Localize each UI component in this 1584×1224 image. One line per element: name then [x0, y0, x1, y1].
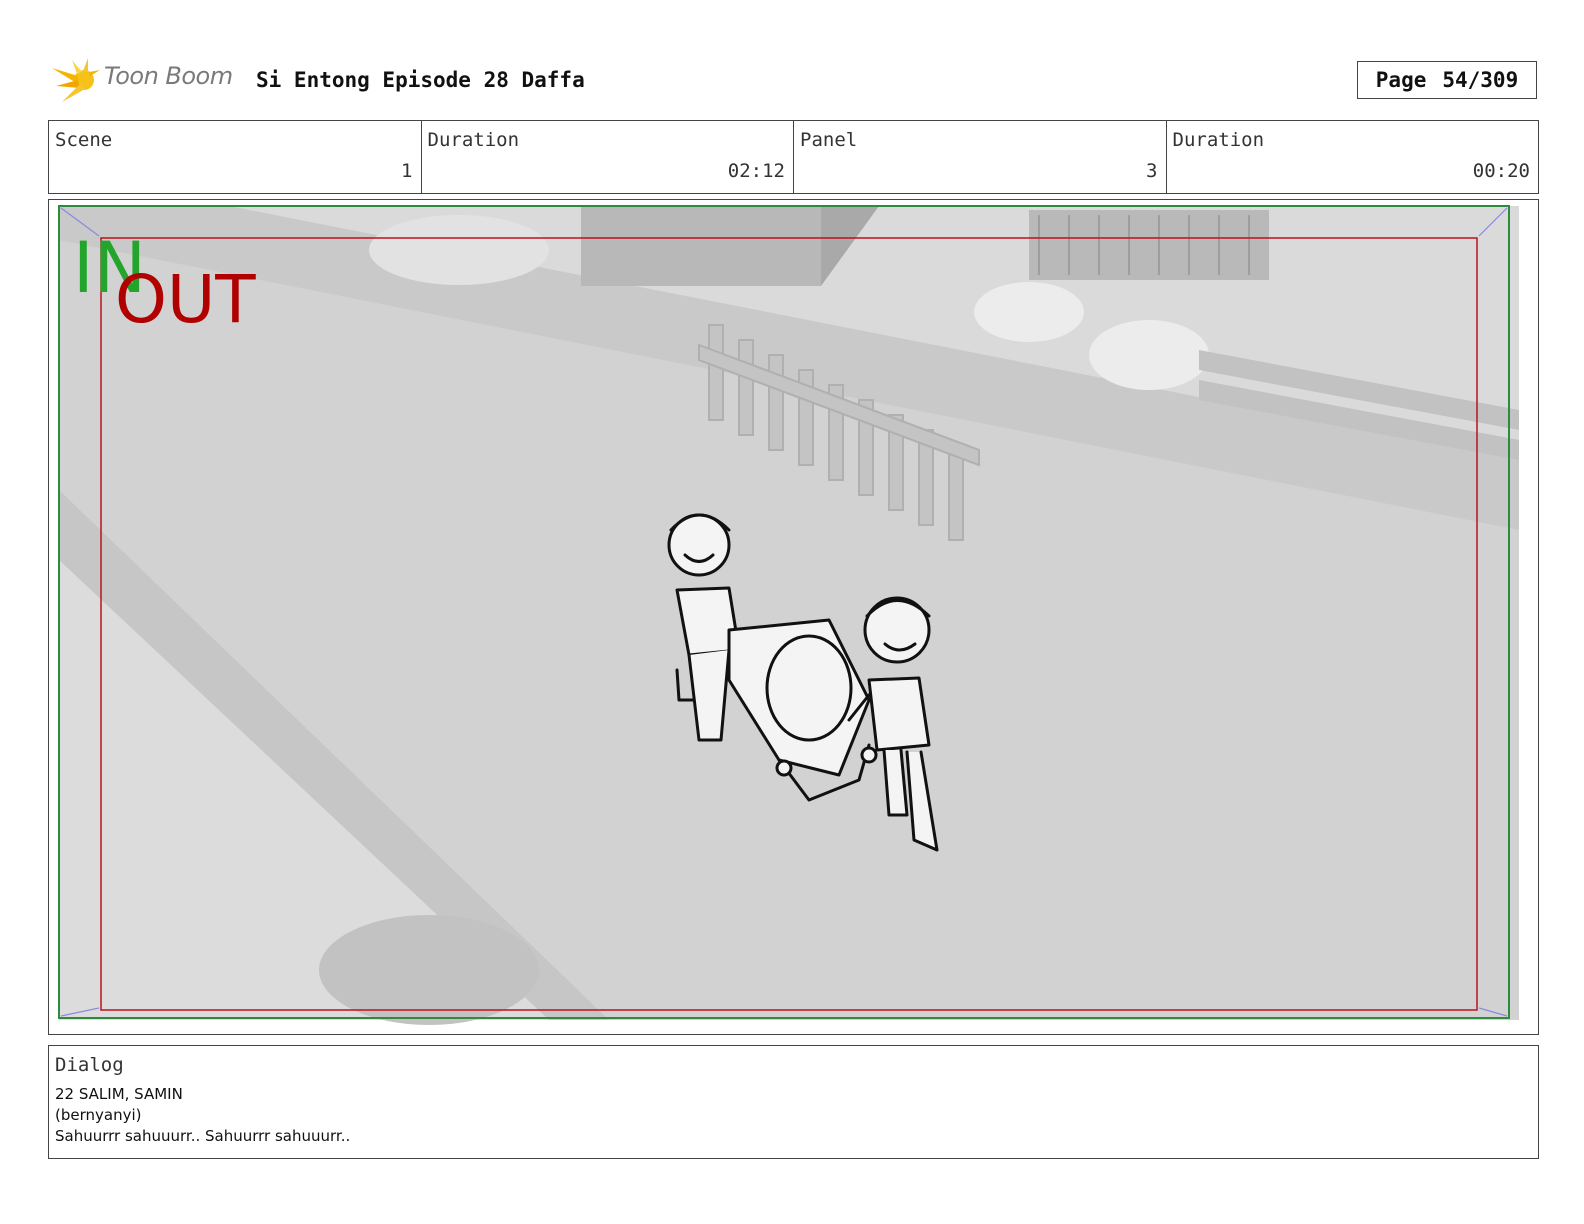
scene-duration-cell: Duration 02:12: [422, 121, 794, 193]
dialog-line-speech: Sahuurrr sahuuurr.. Sahuurrr sahuuurr..: [55, 1127, 351, 1145]
storyboard-frame: IN OUT: [48, 199, 1539, 1035]
boy-right-body: [867, 676, 931, 752]
dialog-box: Dialog 22 SALIM, SAMIN (bernyanyi) Sahuu…: [48, 1045, 1539, 1159]
panel-info-row: Scene 1 Duration 02:12 Panel 3 Duration …: [48, 120, 1539, 194]
dialog-label: Dialog: [55, 1054, 124, 1076]
plant-bottom: [319, 915, 539, 1025]
panel-duration-cell: Duration 00:20: [1167, 121, 1539, 193]
railing: [1029, 210, 1269, 280]
page-label: Page: [1375, 68, 1427, 92]
panel-drawing: IN OUT: [58, 205, 1519, 1025]
toon-boom-logo: Toon Boom: [52, 56, 242, 106]
drum: [765, 634, 853, 742]
logo-wordmark: Toon Boom: [104, 62, 233, 90]
out-label: OUT: [115, 261, 256, 338]
page-number: 54/309: [1442, 68, 1519, 92]
scene-cell: Scene 1: [49, 121, 422, 193]
bush-left: [369, 215, 549, 285]
dialog-line-direction: (bernyanyi): [55, 1106, 142, 1124]
scene-label: Scene: [55, 129, 113, 151]
panel-duration-label: Duration: [1172, 129, 1265, 151]
scene-duration-value: 02:12: [727, 160, 785, 182]
dialog-line-speaker: 22 SALIM, SAMIN: [55, 1085, 183, 1103]
dialog-text: 22 SALIM, SAMIN (bernyanyi) Sahuurrr sah…: [55, 1084, 350, 1147]
scene-value: 1: [401, 160, 413, 182]
scene-duration-label: Duration: [427, 129, 520, 151]
panel-label: Panel: [800, 129, 858, 151]
panel-value: 3: [1146, 160, 1158, 182]
panel-duration-value: 00:20: [1472, 160, 1530, 182]
bush-right: [1089, 320, 1209, 390]
sun-burst-icon: [52, 58, 100, 102]
document-title: Si Entong Episode 28 Daffa: [256, 68, 585, 92]
panel-cell: Panel 3: [794, 121, 1167, 193]
bush-center: [974, 282, 1084, 342]
page-indicator: Page 54/309: [1357, 61, 1537, 99]
building: [581, 206, 821, 286]
